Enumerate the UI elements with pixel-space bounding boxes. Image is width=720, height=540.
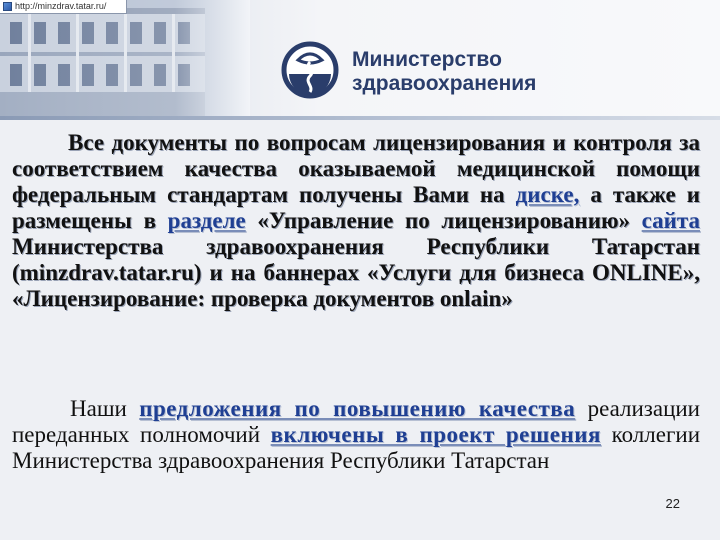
ministry-name-line1: Министерство	[352, 48, 502, 71]
documents-paragraph: Все документы по вопросам лицензирования…	[12, 130, 700, 312]
slide-number: 22	[665, 496, 680, 511]
section-link[interactable]: разделе	[168, 208, 246, 233]
proposals-paragraph: Наши предложения по повышению качества р…	[12, 396, 700, 474]
para1-text-4: Министерства здравоохранения Республики …	[12, 234, 700, 259]
ministry-name-line2: здравоохранения	[352, 72, 537, 95]
ministry-name: Министерство здравоохранения	[352, 48, 536, 96]
para1-text-3: «Управление по лицензированию»	[245, 208, 642, 233]
proposals-link[interactable]: предложения по повышению качества	[139, 396, 575, 421]
para1-text-5: (minzdrav.tatar.ru) и на баннерах «Услуг…	[12, 260, 700, 311]
building-image	[0, 0, 250, 116]
site-link[interactable]: сайта	[642, 208, 700, 233]
banner-divider	[0, 116, 720, 120]
included-link[interactable]: включены в проект решения	[271, 422, 601, 447]
page-icon	[3, 2, 12, 11]
header-banner: http://minzdrav.tatar.ru/ Министерство з…	[0, 0, 720, 116]
address-bar[interactable]: http://minzdrav.tatar.ru/	[0, 0, 127, 14]
address-bar-url: http://minzdrav.tatar.ru/	[15, 1, 107, 11]
medical-snake-emblem-icon	[281, 41, 339, 99]
para2-text-1: Наши	[70, 396, 140, 421]
disk-link[interactable]: диске,	[516, 182, 580, 207]
